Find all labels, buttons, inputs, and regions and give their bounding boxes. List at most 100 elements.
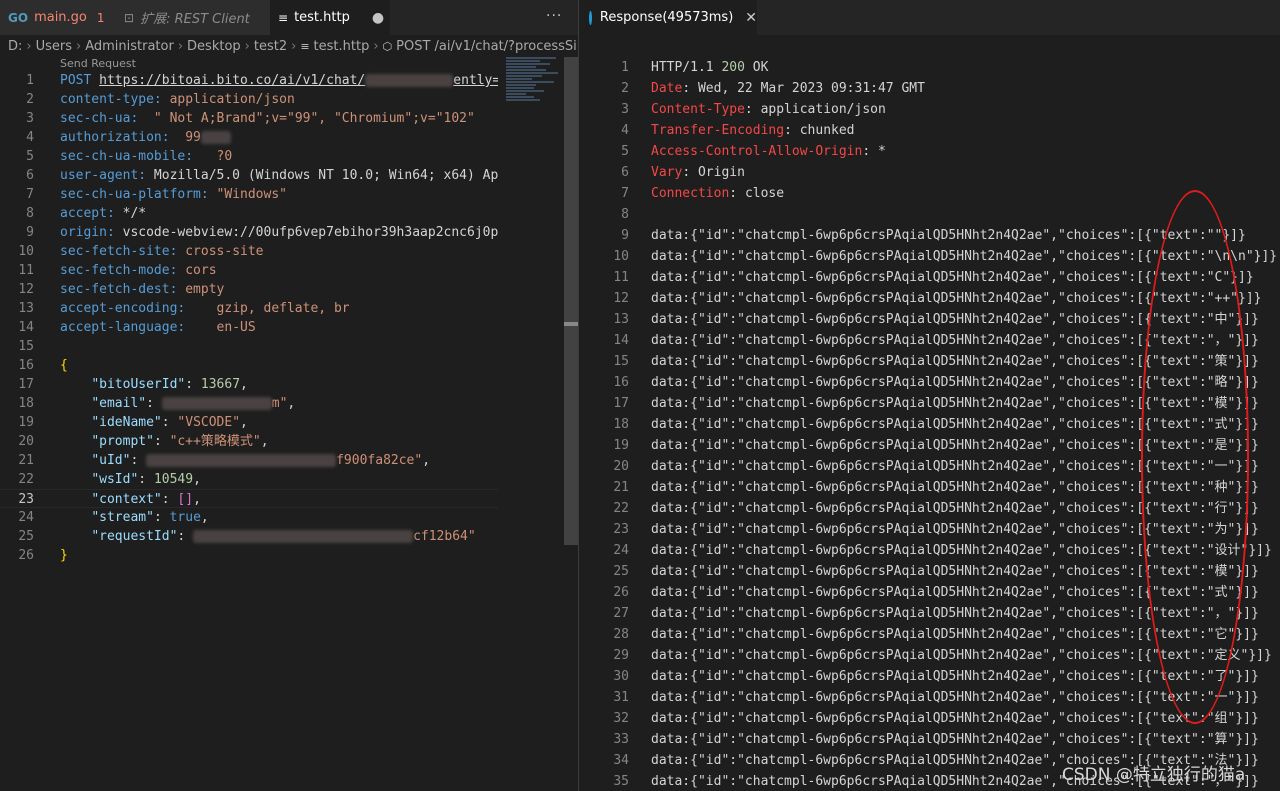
line-number: 19	[18, 415, 34, 430]
line-number: 10	[613, 249, 629, 264]
line-number: 4	[26, 130, 34, 145]
line-number: 29	[613, 648, 629, 663]
code-line: 8	[579, 204, 1279, 225]
header-key: sec-fetch-mode:	[60, 263, 178, 278]
code-line: 16 {	[0, 356, 498, 375]
tab-response[interactable]: Response(49573ms) ✕	[579, 0, 757, 35]
response-header-value: close	[744, 186, 785, 201]
line-number: 6	[621, 165, 629, 180]
json-value: cf12b64"	[413, 529, 476, 544]
breadcrumb: D: › Users › Administrator › Desktop › test2…	[0, 35, 578, 57]
response-header-key: Vary	[651, 165, 683, 180]
json-key: "email"	[91, 396, 147, 411]
code-line: 14 accept-language: en-US	[0, 318, 498, 337]
tab-label: main.go	[34, 10, 87, 25]
json-value: f900fa82ce"	[336, 453, 423, 468]
data-stream-line: 32 data:{"id":"chatcmpl-6wp6p6crsPAqialQD…	[579, 708, 1279, 729]
code-line: 7 sec-ch-ua-platform: "Windows"	[0, 185, 498, 204]
response-viewer[interactable]: 1 HTTP/1.1 200 OK 2 Date: Wed, 22 Mar 2023…	[579, 57, 1279, 791]
request-url-end[interactable]: ently=t	[453, 73, 498, 88]
chevron-right-icon: ›	[26, 38, 32, 54]
response-pane: Response(49573ms) ✕ 1 HTTP/1.1 200 OK 2 Da…	[579, 0, 1280, 791]
code-line: 2 content-type: application/json	[0, 90, 498, 109]
json-key: "uId"	[91, 453, 131, 468]
data-stream-line: 26 data:{"id":"chatcmpl-6wp6p6crsPAqialQD…	[579, 582, 1279, 603]
data-chunk: data:{"id":"chatcmpl-6wp6p6crsPAqialQD5H…	[651, 375, 1259, 390]
code-line: 3 Content-Type: application/json	[579, 99, 1279, 120]
code-line: 5 Access-Control-Allow-Origin: *	[579, 141, 1279, 162]
close-icon[interactable]: ✕	[745, 10, 757, 26]
data-chunk: data:{"id":"chatcmpl-6wp6p6crsPAqialQD5H…	[651, 438, 1259, 453]
minimap[interactable]	[506, 57, 564, 117]
header-value: cross-site	[177, 244, 264, 259]
send-request-codelens[interactable]: Send Request	[60, 57, 136, 71]
json-value: "c++策略模式"	[169, 434, 261, 449]
breadcrumb-item[interactable]: Desktop	[187, 39, 241, 54]
line-number: 23	[18, 492, 34, 507]
data-stream-line: 21 data:{"id":"chatcmpl-6wp6p6crsPAqialQD…	[579, 477, 1279, 498]
line-number: 11	[18, 263, 34, 278]
code-line: 3 sec-ch-ua: " Not A;Brand";v="99", "Chro…	[0, 109, 498, 128]
code-line: 9 origin: vscode-webview://00ufp6vep7ebih…	[0, 223, 498, 242]
data-chunk: data:{"id":"chatcmpl-6wp6p6crsPAqialQD5H…	[651, 690, 1259, 705]
line-number: 25	[18, 529, 34, 544]
data-chunk: data:{"id":"chatcmpl-6wp6p6crsPAqialQD5H…	[651, 669, 1259, 684]
line-number: 26	[18, 548, 34, 563]
breadcrumb-item[interactable]: test2	[254, 39, 287, 54]
line-number: 24	[18, 510, 34, 525]
breadcrumb-item[interactable]: POST /ai/v1/chat/?processSilently	[396, 39, 578, 54]
line-number: 7	[26, 187, 34, 202]
data-chunk: data:{"id":"chatcmpl-6wp6p6crsPAqialQD5H…	[651, 270, 1254, 285]
tab-label: 扩展: REST Client	[140, 12, 250, 27]
code-line: 21 "uId": f900fa82ce",	[0, 451, 498, 470]
data-chunk: data:{"id":"chatcmpl-6wp6p6crsPAqialQD5H…	[651, 228, 1246, 243]
line-number: 5	[621, 144, 629, 159]
line-number: 15	[18, 339, 34, 354]
http-method: POST	[60, 73, 92, 88]
request-url[interactable]: https://bitoai.bito.co/ai/v1/chat/	[99, 73, 365, 88]
breadcrumb-item[interactable]: Administrator	[85, 39, 174, 54]
breadcrumb-item[interactable]: Users	[36, 39, 72, 54]
header-key: sec-fetch-dest:	[60, 282, 178, 297]
data-chunk: data:{"id":"chatcmpl-6wp6p6crsPAqialQD5H…	[651, 249, 1278, 264]
json-brace: }	[60, 548, 68, 563]
line-number: 19	[613, 438, 629, 453]
header-value: en-US	[185, 320, 256, 335]
chevron-right-icon: ›	[373, 38, 379, 54]
data-stream-line: 30 data:{"id":"chatcmpl-6wp6p6crsPAqialQD…	[579, 666, 1279, 687]
json-key: "ideName"	[91, 415, 162, 430]
line-number: 5	[26, 149, 34, 164]
header-value: gzip, deflate, br	[185, 301, 350, 316]
json-key: "wsId"	[91, 472, 139, 487]
request-editor[interactable]: 1 POST https://bitoai.bito.co/ai/v1/chat/…	[0, 71, 498, 565]
line-number: 9	[621, 228, 629, 243]
unsaved-dot-icon[interactable]: ●	[372, 10, 384, 26]
chevron-right-icon: ›	[291, 38, 297, 54]
data-chunk: data:{"id":"chatcmpl-6wp6p6crsPAqialQD5H…	[651, 606, 1259, 621]
more-actions-icon[interactable]: ···	[546, 8, 562, 24]
tab-main-go[interactable]: GO main.go 1	[0, 0, 116, 35]
header-value: empty	[177, 282, 225, 297]
chevron-right-icon: ›	[76, 38, 82, 54]
line-number: 21	[613, 480, 629, 495]
line-number: 13	[613, 312, 629, 327]
code-line: 6 Vary: Origin	[579, 162, 1279, 183]
code-line: 1 POST https://bitoai.bito.co/ai/v1/chat/…	[0, 71, 498, 90]
vertical-scrollbar[interactable]	[564, 57, 578, 545]
tab-extension-rest-client[interactable]: ⊡ 扩展: REST Client	[116, 0, 270, 35]
code-line: 17 "bitoUserId": 13667,	[0, 375, 498, 394]
response-tab-bar: Response(49573ms) ✕	[579, 0, 1280, 35]
json-value: []	[177, 492, 194, 507]
data-stream-line: 28 data:{"id":"chatcmpl-6wp6p6crsPAqialQD…	[579, 624, 1279, 645]
http-version: HTTP/1.1	[651, 60, 714, 75]
header-value: Mozilla/5.0 (Windows NT 10.0; Win64; x64…	[146, 168, 498, 183]
json-value: m"	[271, 396, 288, 411]
tab-test-http[interactable]: ≡ test.http ●	[270, 0, 390, 35]
data-chunk: data:{"id":"chatcmpl-6wp6p6crsPAqialQD5H…	[651, 354, 1259, 369]
line-number: 12	[613, 291, 629, 306]
code-line: 12 sec-fetch-dest: empty	[0, 280, 498, 299]
line-number: 17	[18, 377, 34, 392]
breadcrumb-item[interactable]: test.http	[314, 39, 370, 54]
breadcrumb-item[interactable]: D:	[8, 39, 22, 54]
header-key: accept-language:	[60, 320, 186, 335]
